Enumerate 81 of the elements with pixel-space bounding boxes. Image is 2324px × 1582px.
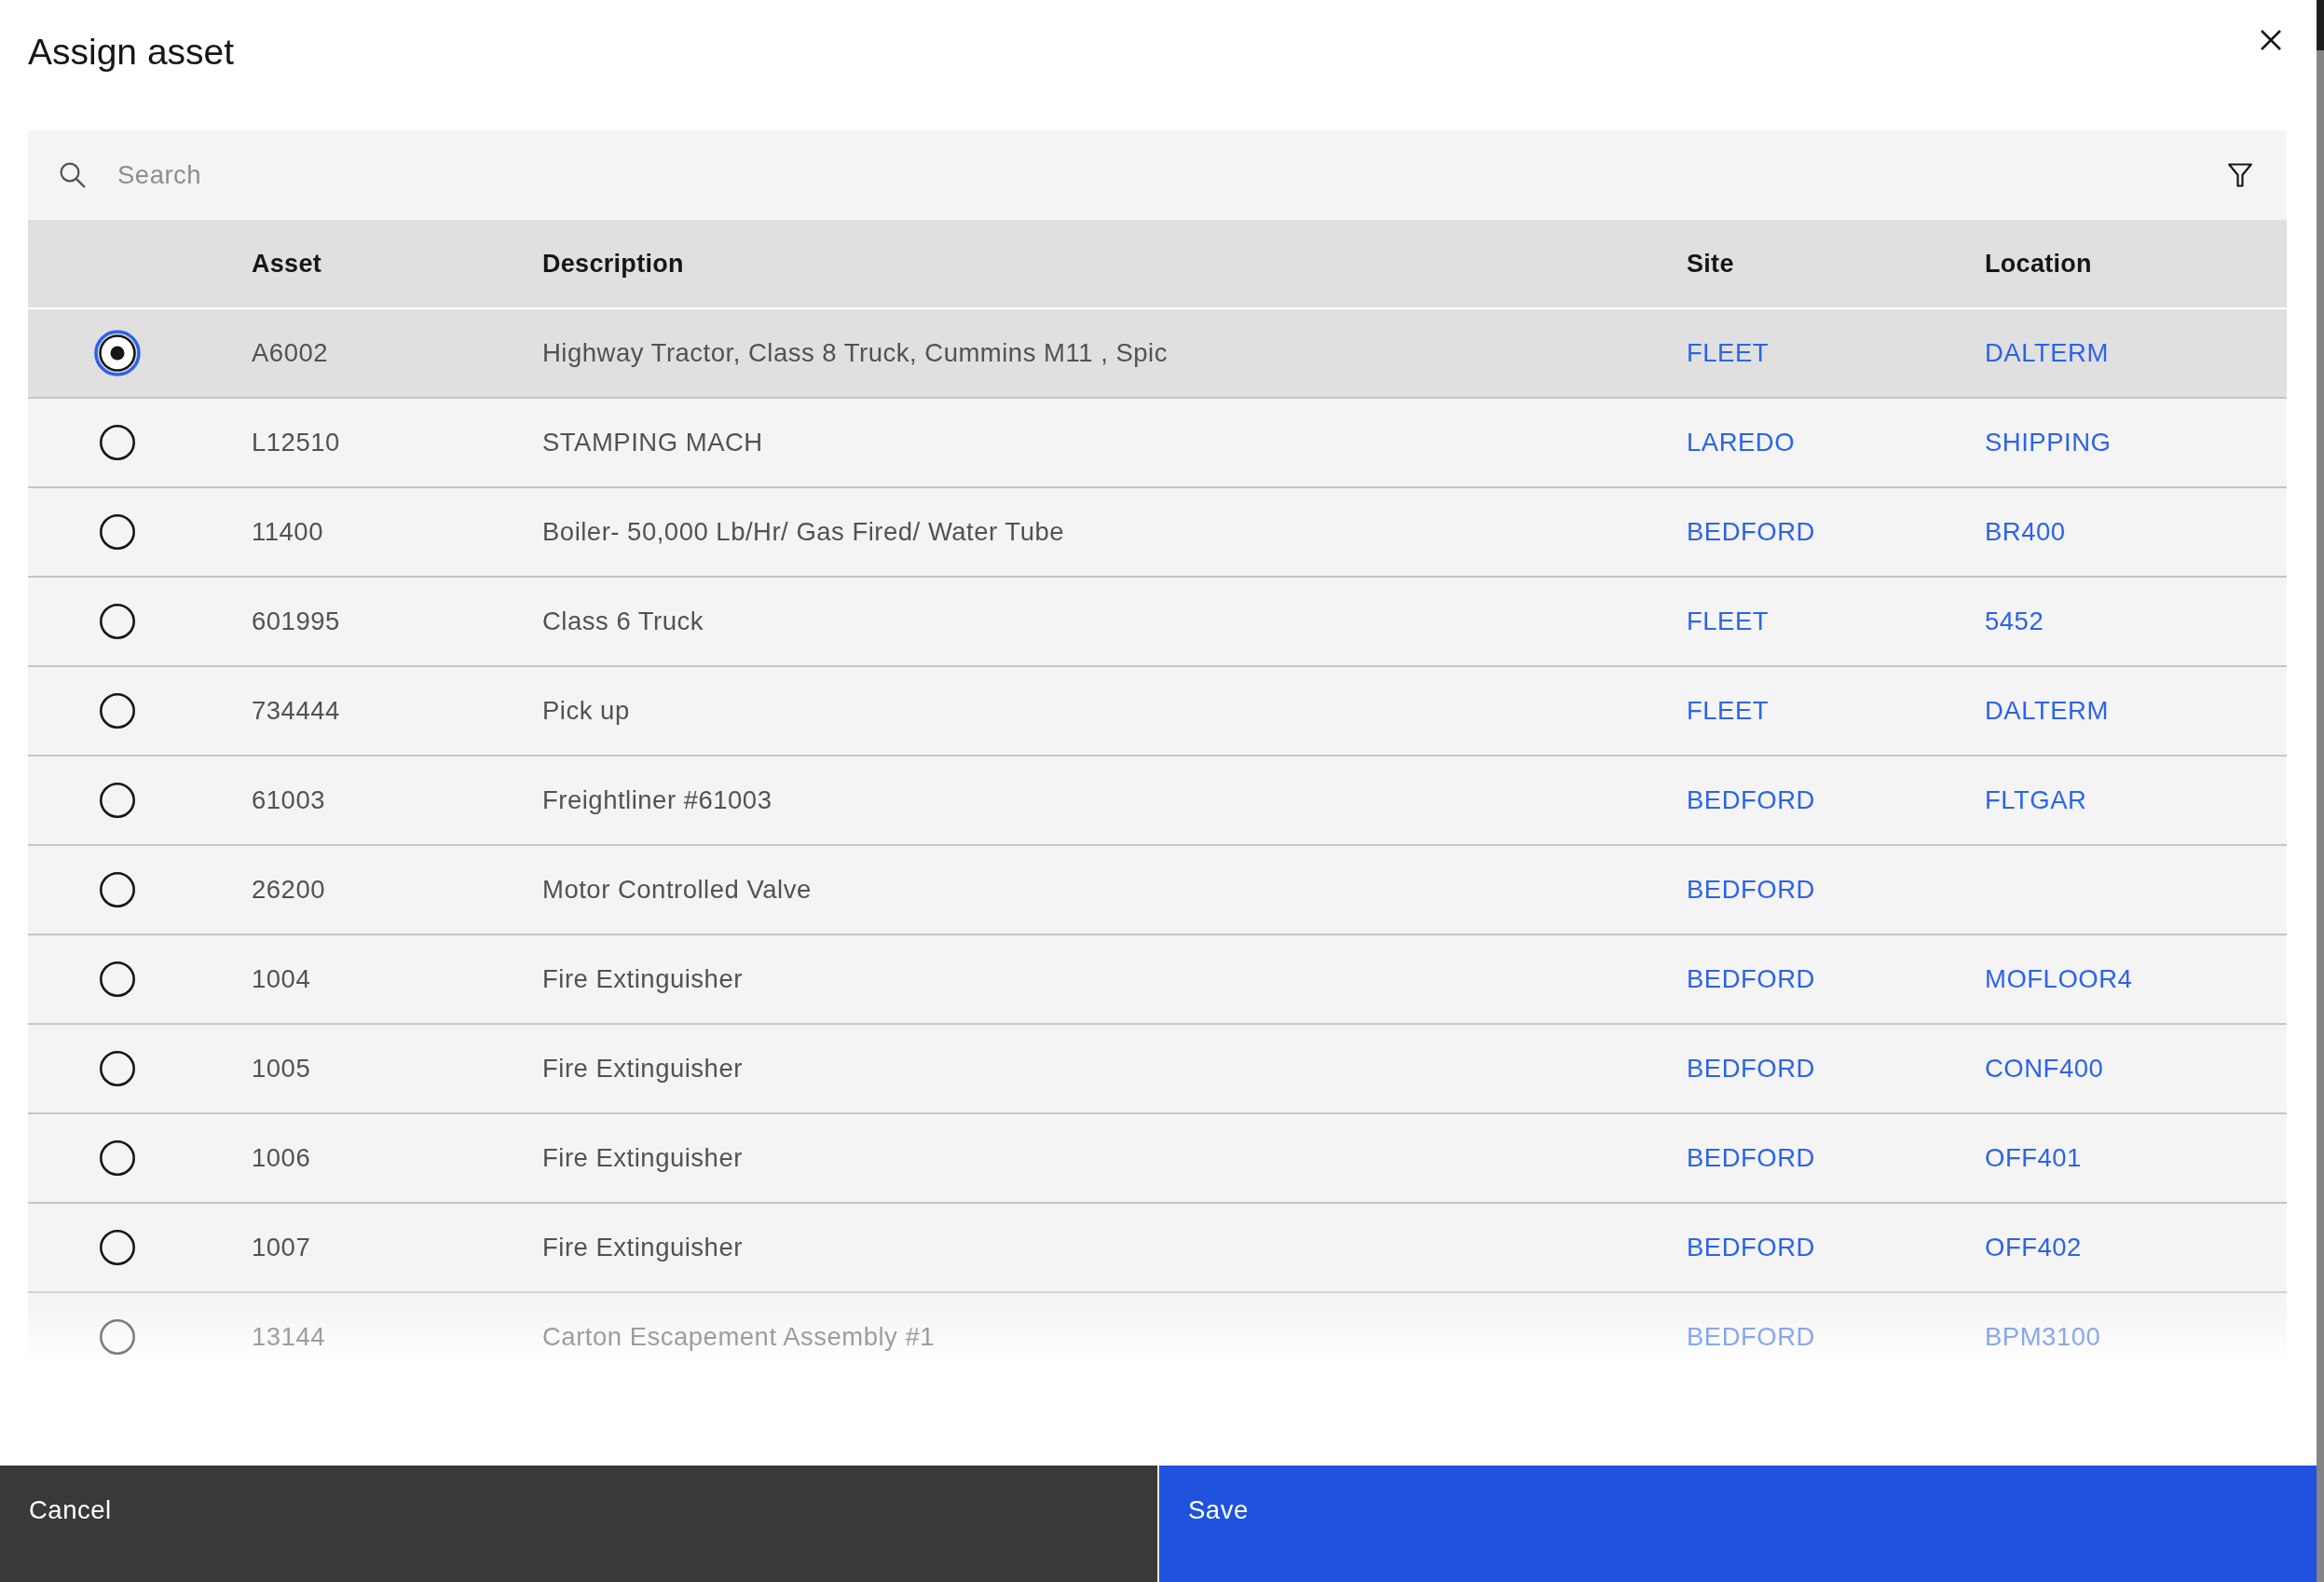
search-field[interactable]: Search <box>28 130 2287 220</box>
radio-button[interactable] <box>100 1140 135 1176</box>
asset-number: A6002 <box>252 338 329 368</box>
location-link[interactable]: CONF400 <box>1985 1054 2104 1084</box>
asset-number: 11400 <box>252 517 323 547</box>
table-row[interactable]: 1004 Fire Extinguisher BEDFORD MOFLOOR4 <box>28 934 2287 1023</box>
asset-description: Pick up <box>542 696 630 726</box>
table-row[interactable]: 11400 Boiler- 50,000 Lb/Hr/ Gas Fired/ Water Tube BEDFORD BR400 <box>28 486 2287 576</box>
radio-button[interactable] <box>100 783 135 818</box>
asset-number: L12510 <box>252 428 340 457</box>
filter-icon <box>2228 163 2252 187</box>
site-link[interactable]: BEDFORD <box>1687 964 1815 994</box>
location-link[interactable]: FLTGAR <box>1985 785 2087 815</box>
asset-number: 1005 <box>252 1054 311 1084</box>
radio-button[interactable] <box>100 1051 135 1086</box>
location-link[interactable]: OFF401 <box>1985 1143 2082 1173</box>
asset-description: Carton Escapement Assembly #1 <box>542 1322 936 1352</box>
radio-button[interactable] <box>100 425 135 460</box>
location-link[interactable]: DALTERM <box>1985 696 2109 726</box>
site-link[interactable]: FLEET <box>1687 696 1770 726</box>
asset-description: Highway Tractor, Class 8 Truck, Cummins M11 , Spic <box>542 338 1168 368</box>
location-link[interactable]: OFF402 <box>1985 1233 2082 1262</box>
table-row[interactable]: 61003 Freightliner #61003 BEDFORD FLTGAR <box>28 755 2287 844</box>
asset-description: Fire Extinguisher <box>542 964 743 994</box>
asset-number: 1004 <box>252 964 311 994</box>
asset-description: Class 6 Truck <box>542 607 704 636</box>
site-link[interactable]: BEDFORD <box>1687 1143 1815 1173</box>
asset-number: 26200 <box>252 875 325 905</box>
asset-description: Fire Extinguisher <box>542 1054 743 1084</box>
site-link[interactable]: BEDFORD <box>1687 1233 1815 1262</box>
asset-description: Fire Extinguisher <box>542 1233 743 1262</box>
asset-description: Boiler- 50,000 Lb/Hr/ Gas Fired/ Water Tube <box>542 517 1065 547</box>
radio-button[interactable] <box>100 604 135 639</box>
column-header[interactable]: Asset <box>252 249 322 279</box>
location-link[interactable]: MOFLOOR4 <box>1985 964 2133 994</box>
site-link[interactable]: BEDFORD <box>1687 785 1815 815</box>
table-row[interactable]: 734444 Pick up FLEET DALTERM <box>28 665 2287 755</box>
table-row[interactable]: 601995 Class 6 Truck FLEET 5452 <box>28 576 2287 665</box>
asset-number: 1007 <box>252 1233 311 1262</box>
radio-button[interactable] <box>100 1230 135 1265</box>
site-link[interactable]: BEDFORD <box>1687 875 1815 905</box>
search-icon <box>60 162 86 188</box>
table-row[interactable]: A6002 Highway Tractor, Class 8 Truck, Cummins M11 , Spic FLEET DALTERM <box>28 309 2287 397</box>
radio-button[interactable] <box>100 693 135 729</box>
location-link[interactable]: 5452 <box>1985 607 2044 636</box>
asset-description: Motor Controlled Valve <box>542 875 812 905</box>
radio-button[interactable] <box>94 330 141 376</box>
asset-description: Freightliner #61003 <box>542 785 772 815</box>
asset-number: 1006 <box>252 1143 311 1173</box>
location-link[interactable]: BR400 <box>1985 517 2066 547</box>
radio-button[interactable] <box>100 1319 135 1355</box>
filter-button[interactable] <box>2227 162 2253 188</box>
table-row[interactable]: 1005 Fire Extinguisher BEDFORD CONF400 <box>28 1023 2287 1112</box>
location-link[interactable]: SHIPPING <box>1985 428 2112 457</box>
site-link[interactable]: FLEET <box>1687 338 1770 368</box>
table-row[interactable]: 1006 Fire Extinguisher BEDFORD OFF401 <box>28 1112 2287 1202</box>
site-link[interactable]: LAREDO <box>1687 428 1796 457</box>
column-header[interactable]: Description <box>542 249 684 279</box>
search-input[interactable]: Search <box>117 152 2190 198</box>
asset-number: 13144 <box>252 1322 325 1352</box>
table-row[interactable]: 1007 Fire Extinguisher BEDFORD OFF402 <box>28 1202 2287 1291</box>
asset-number: 601995 <box>252 607 340 636</box>
site-link[interactable]: BEDFORD <box>1687 517 1815 547</box>
save-button[interactable]: Save <box>1159 1466 2317 1582</box>
cancel-button[interactable]: Cancel <box>0 1466 1157 1582</box>
site-link[interactable]: BEDFORD <box>1687 1054 1815 1084</box>
radio-button[interactable] <box>100 961 135 997</box>
column-header[interactable]: Site <box>1687 249 1734 279</box>
column-header[interactable]: Location <box>1985 249 2092 279</box>
radio-button[interactable] <box>100 872 135 907</box>
dialog-title: Assign asset <box>28 31 235 74</box>
radio-button[interactable] <box>100 514 135 550</box>
asset-description: STAMPING MACH <box>542 428 763 457</box>
table-row[interactable]: 26200 Motor Controlled Valve BEDFORD <box>28 844 2287 934</box>
asset-number: 61003 <box>252 785 325 815</box>
asset-description: Fire Extinguisher <box>542 1143 743 1173</box>
site-link[interactable]: FLEET <box>1687 607 1770 636</box>
asset-number: 734444 <box>252 696 340 726</box>
close-icon <box>2261 30 2281 50</box>
location-link[interactable]: DALTERM <box>1985 338 2109 368</box>
table-row[interactable]: L12510 STAMPING MACH LAREDO SHIPPING <box>28 397 2287 486</box>
